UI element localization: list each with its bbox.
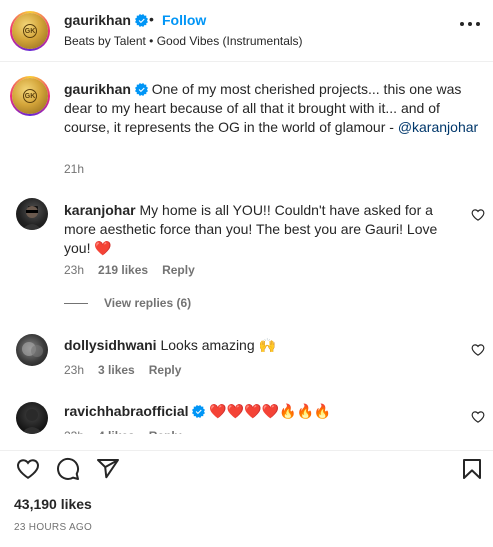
view-replies-button[interactable]: View replies (6) [64, 296, 191, 310]
follow-button[interactable]: Follow [162, 12, 206, 28]
comment-meta: 23h 3 likes Reply [64, 363, 181, 377]
caption-mention[interactable]: @karanjohar [398, 119, 478, 135]
comment-heart-icon[interactable] [471, 410, 485, 424]
comment-username[interactable]: karanjohar [64, 202, 136, 218]
comment-avatar[interactable] [16, 402, 48, 434]
comment-meta: 23h 219 likes Reply [64, 263, 195, 277]
post-caption: gaurikhan One of my most cherished proje… [64, 80, 480, 137]
comment-text-block: karanjohar My home is all YOU!! Couldn't… [64, 201, 462, 258]
comment-heart-icon[interactable] [471, 208, 485, 222]
comment-text-block: dollysidhwani Looks amazing 🙌 [64, 336, 462, 355]
verified-icon [134, 14, 148, 27]
post-actions: 43,190 likes 23 HOURS AGO [0, 450, 493, 547]
header-separator: • [149, 11, 154, 27]
verified-icon [192, 405, 206, 418]
author-avatar[interactable]: GK [10, 11, 50, 51]
more-options-icon[interactable] [460, 22, 480, 28]
share-icon[interactable] [96, 457, 120, 481]
reply-button[interactable]: Reply [162, 263, 195, 277]
post-header: GK gaurikhan • Follow Beats by Talent • … [0, 0, 493, 62]
comment-time[interactable]: 23h [64, 363, 84, 377]
audio-subtitle[interactable]: Beats by Talent • Good Vibes (Instrument… [64, 34, 303, 48]
comment-likes[interactable]: 3 likes [98, 363, 135, 377]
verified-icon [134, 83, 148, 96]
comment-username[interactable]: ravichhabraofficial [64, 403, 189, 419]
comment-likes[interactable]: 219 likes [98, 263, 148, 277]
likes-count[interactable]: 43,190 likes [14, 496, 92, 512]
caption-avatar[interactable]: GK [10, 76, 50, 116]
scroll-cutoff [0, 434, 493, 450]
reply-button[interactable]: Reply [149, 363, 182, 377]
comment-time[interactable]: 23h [64, 263, 84, 277]
caption-username[interactable]: gaurikhan [64, 81, 131, 97]
author-username[interactable]: gaurikhan [64, 12, 148, 28]
comment-icon[interactable] [56, 457, 80, 481]
bookmark-icon[interactable] [460, 457, 484, 481]
replies-divider [64, 302, 88, 304]
comment-username[interactable]: dollysidhwani [64, 337, 157, 353]
comment-text: Looks amazing 🙌 [160, 337, 276, 353]
caption-timestamp[interactable]: 21h [64, 162, 84, 176]
heart-icon[interactable] [16, 457, 40, 481]
comment-avatar[interactable] [16, 334, 48, 366]
post-time-ago[interactable]: 23 HOURS AGO [14, 522, 92, 533]
comment-avatar[interactable] [16, 198, 48, 230]
comment-text: ❤️❤️❤️❤️🔥🔥🔥 [209, 403, 332, 419]
comment-heart-icon[interactable] [471, 343, 485, 357]
avatar-monogram: GK [23, 24, 37, 38]
comment-text-block: ravichhabraofficial ❤️❤️❤️❤️🔥🔥🔥 [64, 402, 462, 421]
